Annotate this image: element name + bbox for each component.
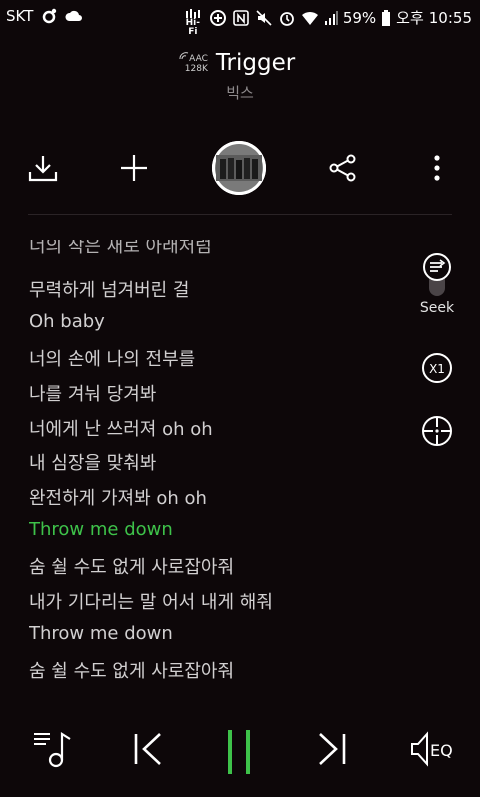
lyric-line[interactable]: 내가 기다리는 말 어서 내게 해줘 [29,588,273,614]
hifi-icon: Hi-Fi [182,8,204,36]
alarm-icon [278,9,296,27]
wifi-icon [301,9,319,27]
lyric-line[interactable]: 무력하게 넘겨버린 걸 [29,276,189,302]
playlist-music-icon [34,732,71,768]
album-art[interactable] [212,141,266,195]
playlist-button[interactable] [32,728,74,770]
skip-previous-icon [134,733,161,765]
pause-icon [228,730,250,774]
player-toolbar [0,140,480,200]
skip-next-icon [319,733,346,765]
pause-button[interactable] [224,728,254,776]
share-icon [329,154,356,182]
lyric-line[interactable]: 내 심장을 맞춰봐 [29,449,156,475]
more-options-button[interactable] [419,150,455,186]
download-button[interactable] [25,150,61,186]
lyric-line[interactable]: Throw me down [29,623,173,644]
lyric-line[interactable]: 너에게 난 쓰러져 oh oh [29,415,213,441]
hifi-label: Hi-Fi [185,17,200,37]
song-header: AAC 128K Trigger 빅스 [0,50,480,103]
speed-label: X1 [429,362,445,376]
lyric-line[interactable]: Oh baby [29,311,105,332]
song-artist[interactable]: 빅스 [0,82,480,103]
plus-icon [121,155,147,181]
download-icon [28,156,58,182]
crosshair-icon [422,416,452,446]
seek-toggle-icon [423,253,451,296]
speed-circle-icon: X1 [422,353,452,383]
more-vertical-icon [434,155,440,181]
eq-label: EQ [430,741,453,760]
seek-label: Seek [419,300,455,316]
battery-icon [381,9,391,27]
lyric-line[interactable]: 숨 쉴 수도 없게 사로잡아줘 [29,657,234,683]
clock: 10:55 [428,8,472,27]
codec-wave-icon [179,52,188,60]
nfc-icon [232,9,250,27]
locate-current-lyric-button[interactable] [418,414,456,448]
lyric-line[interactable]: 너의 손에 나의 전부를 [29,345,195,371]
divider [28,214,452,215]
playback-speed-button[interactable]: X1 [418,352,456,384]
cloud-icon [65,7,83,25]
playback-controls: EQ [0,720,480,790]
song-title: Trigger [215,50,296,76]
sync-icon [40,7,58,25]
album-photo-icon [212,141,266,195]
lyric-line-partial[interactable]: 너의 작은 새로 아래처럼 [29,240,212,258]
seek-toggle[interactable]: Seek [418,252,456,316]
equalizer-button[interactable]: EQ [408,728,458,770]
codec-badge: AAC 128K [179,52,208,74]
next-track-button[interactable] [314,728,350,770]
signal-icon [324,9,338,27]
lyric-line[interactable]: 완전하게 가져봐 oh oh [29,484,207,510]
share-button[interactable] [325,150,361,186]
battery-percent: 59% [342,8,377,27]
mute-icon [255,9,273,27]
add-to-playlist-button[interactable] [116,150,152,186]
lyric-line[interactable]: 나를 겨눠 당겨봐 [29,380,156,406]
data-saver-icon [209,9,227,27]
previous-track-button[interactable] [130,728,166,770]
lyrics-panel[interactable]: 너의 작은 새로 아래처럼 무력하게 넘겨버린 걸 Oh baby 너의 손에 … [29,240,409,690]
status-bar: SKT Hi-Fi 59% 오후 10:55 [0,0,480,36]
lyric-line-current[interactable]: Throw me down [29,519,173,540]
equalizer-speaker-icon: EQ [411,731,453,767]
ampm-label: 오후 [396,9,424,27]
codec-bitrate: 128K [184,64,208,74]
lyric-line[interactable]: 숨 쉴 수도 없게 사로잡아줘 [29,553,234,579]
carrier-label: SKT [6,7,34,25]
